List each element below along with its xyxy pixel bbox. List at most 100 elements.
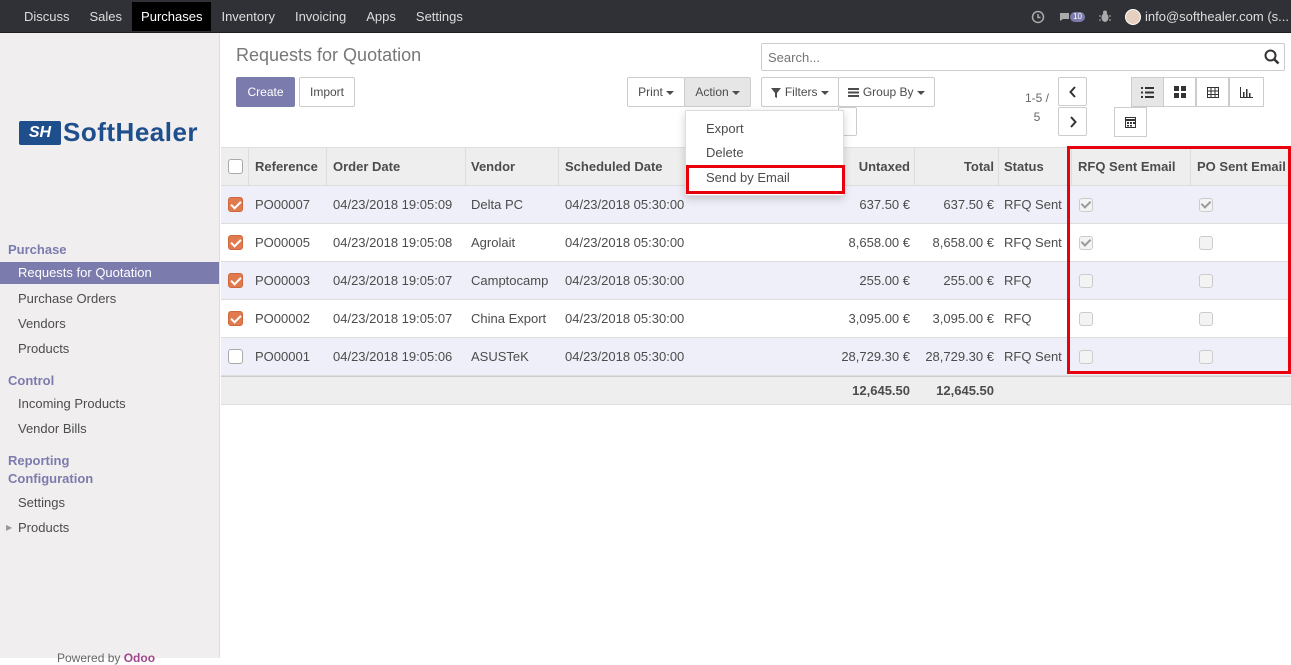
search-input[interactable] [762,44,1242,70]
row-select-checkbox[interactable] [228,224,243,261]
cell-scheduled-date: 04/23/2018 05:30:00 [565,197,685,212]
user-email: info@softhealer.com (s... [1145,9,1289,24]
page-title: Requests for Quotation [236,45,422,65]
sidebar-section-reporting[interactable]: Reporting [8,453,69,468]
row-select-checkbox[interactable] [228,262,243,299]
cell-reference: PO00003 [255,273,310,288]
clock-icon[interactable] [1024,10,1052,24]
logo-text: SoftHealer [63,117,199,147]
caret-down-icon [731,90,740,95]
menu-item-export[interactable]: Export [706,121,744,136]
cell-total: 28,729.30 € [925,349,994,364]
sidebar-section-control: Control [8,373,55,388]
sidebar: SH SoftHealer Purchase Requests for Quot… [0,33,220,665]
bars-icon [848,88,860,98]
menu-purchases[interactable]: Purchases [132,2,212,31]
column-reference[interactable]: Reference [255,148,318,185]
cell-vendor: Delta PC [471,197,524,212]
column-vendor[interactable]: Vendor [471,148,515,185]
pivot-view-button[interactable] [1196,77,1229,107]
row-select-checkbox[interactable] [228,300,243,337]
print-button[interactable]: Print [627,77,685,107]
sidebar-item-requests-for-quotation[interactable]: Requests for Quotation [0,262,219,284]
calendar-view-button[interactable] [1114,107,1147,137]
list-view-button[interactable] [1131,77,1164,107]
cell-scheduled-date: 04/23/2018 05:30:00 [565,273,685,288]
top-navbar: Discuss Sales Purchases Inventory Invoic… [0,0,1291,33]
column-po-sent-email[interactable]: PO Sent Email [1197,148,1286,185]
kanban-view-button[interactable] [1163,77,1196,107]
column-scheduled-date[interactable]: Scheduled Date [565,148,663,185]
sidebar-item-vendors[interactable]: Vendors [0,313,219,335]
row-select-checkbox[interactable] [228,338,243,375]
table-row[interactable]: PO00001 04/23/2018 19:05:06 ASUSTeK 04/23/2… [221,338,1291,376]
po-sent-checkbox [1199,224,1213,261]
sidebar-item-products[interactable]: Products [0,338,219,360]
cell-reference: PO00007 [255,197,310,212]
menu-discuss[interactable]: Discuss [14,0,80,33]
table-row[interactable]: PO00005 04/23/2018 19:05:08 Agrolait 04/23/… [221,224,1291,262]
sidebar-item-incoming-products[interactable]: Incoming Products [0,393,219,415]
pager-total: 5 [1033,110,1041,124]
caret-down-icon [820,90,829,95]
column-status[interactable]: Status [1004,148,1044,185]
menu-settings[interactable]: Settings [406,0,473,33]
kanban-icon [1173,86,1186,98]
cell-order-date: 04/23/2018 19:05:06 [333,349,453,364]
bug-icon[interactable] [1092,10,1118,23]
sidebar-item-purchase-orders[interactable]: Purchase Orders [0,288,219,310]
menu-item-delete[interactable]: Delete [706,145,744,160]
create-button[interactable]: Create [236,77,295,107]
pager-value[interactable]: 1-5 / 5 [1018,89,1056,127]
cell-untaxed: 8,658.00 € [848,235,910,250]
cell-status: RFQ [1004,273,1032,288]
sidebar-item-vendor-bills[interactable]: Vendor Bills [0,418,219,440]
pager-next-button[interactable] [1058,107,1087,136]
cell-order-date: 04/23/2018 19:05:07 [333,311,453,326]
messages-icon[interactable]: 10 [1052,11,1092,23]
table-row[interactable]: PO00003 04/23/2018 19:05:07 Camptocamp 04/2… [221,262,1291,300]
odoo-link[interactable]: Odoo [124,651,155,665]
menu-invoicing[interactable]: Invoicing [285,0,356,33]
cell-reference: PO00005 [255,235,310,250]
menu-item-send-by-email[interactable]: Send by Email [706,170,790,185]
powered-by-label: Powered by [57,651,121,665]
footer-total-sum: 12,645.50 [936,383,994,398]
select-all-checkbox[interactable] [228,148,243,185]
graph-view-button[interactable] [1229,77,1264,107]
message-count-badge: 10 [1070,11,1086,22]
user-menu[interactable]: info@softhealer.com (s... [1118,8,1291,25]
menu-inventory[interactable]: Inventory [211,0,284,33]
filters-button[interactable]: Filters [761,77,839,107]
cell-scheduled-date: 04/23/2018 05:30:00 [565,235,685,250]
filter-icon [771,87,782,98]
calendar-icon [1125,117,1136,128]
cell-vendor: China Export [471,311,547,326]
menu-sales[interactable]: Sales [80,0,133,33]
bar-chart-icon [1240,86,1253,98]
search-box[interactable] [761,43,1285,71]
list-icon [1141,86,1154,98]
column-order-date[interactable]: Order Date [333,148,400,185]
cell-status: RFQ Sent [1004,197,1062,212]
search-icon[interactable] [1264,49,1280,65]
cell-order-date: 04/23/2018 19:05:07 [333,273,453,288]
column-rfq-sent-email[interactable]: RFQ Sent Email [1078,148,1176,185]
footer-untaxed-sum: 12,645.50 [852,383,910,398]
row-select-checkbox[interactable] [228,186,243,223]
caret-down-icon [916,90,925,95]
cell-order-date: 04/23/2018 19:05:08 [333,235,453,250]
po-sent-checkbox [1199,300,1213,337]
action-button[interactable]: Action [684,77,751,107]
cell-untaxed: 28,729.30 € [841,349,910,364]
sidebar-item-config-products[interactable]: ▶ Products [0,517,219,539]
po-sent-checkbox [1199,262,1213,299]
sidebar-item-settings[interactable]: Settings [0,492,219,514]
column-total[interactable]: Total [914,148,994,185]
cell-vendor: Agrolait [471,235,516,250]
import-button[interactable]: Import [299,77,355,107]
pager-previous-button[interactable] [1058,77,1087,106]
table-row[interactable]: PO00002 04/23/2018 19:05:07 China Export 04… [221,300,1291,338]
menu-apps[interactable]: Apps [356,0,406,33]
group-by-button[interactable]: Group By [838,77,935,107]
